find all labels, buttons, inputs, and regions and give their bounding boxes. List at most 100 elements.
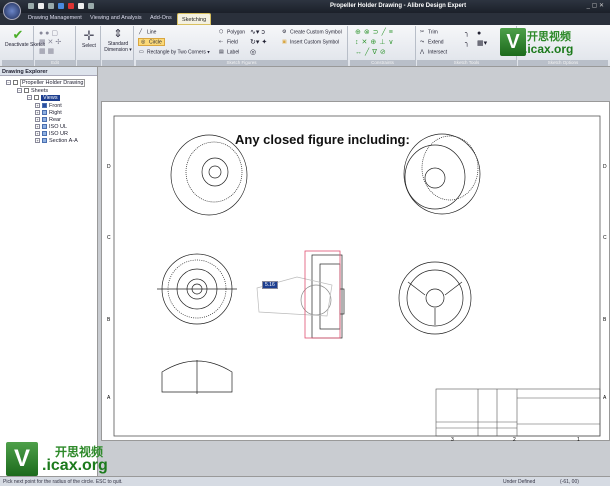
iso-ur-view <box>403 133 481 215</box>
circle-button[interactable]: ◎ Circle <box>138 38 165 47</box>
tree-view-iso-ul[interactable]: + ISO UL <box>35 124 67 130</box>
field-icon: ⇠ <box>219 39 224 45</box>
tree-views[interactable]: − Views <box>27 95 60 101</box>
title-block <box>435 388 601 437</box>
standard-dimension-button[interactable]: ⇕ Standard Dimension ▾ <box>103 28 133 53</box>
view-icon <box>42 131 47 137</box>
status-state: Under Defined <box>503 479 536 485</box>
zone-label: D <box>603 164 607 170</box>
rear-view <box>398 261 472 335</box>
zone-label: B <box>603 317 607 323</box>
tree-view-rear[interactable]: + Rear <box>35 117 61 123</box>
sheet-border <box>113 115 601 437</box>
deactivate-sketch-button[interactable]: ✔ Deactivate Sketch <box>5 27 45 49</box>
extend-icon: ⤳ <box>420 39 425 45</box>
window-title: Propeller Holder Drawing - Alibre Design… <box>330 3 467 9</box>
app-menu-button[interactable] <box>3 2 21 20</box>
insert-symbol-icon: ▣ <box>282 39 287 45</box>
tree-view-right[interactable]: + Right <box>35 110 62 116</box>
arc-tools[interactable]: ∿▾ ↄ ↻▾ ✦ ◎ <box>250 28 267 58</box>
drawing-annotation: Any closed figure including: <box>235 132 410 147</box>
fillet-chamfer-icons[interactable]: ╮ ╮ <box>465 29 469 49</box>
drawing-explorer: Drawing Explorer − Propeller Holder Drawi… <box>0 67 98 476</box>
polygon-icon: ⬡ <box>219 29 224 35</box>
trim-button[interactable]: ✂ Trim <box>420 29 438 35</box>
field-button[interactable]: ⇠ Field <box>219 39 238 45</box>
view-icon <box>42 103 47 109</box>
line-icon: ╱ <box>139 29 143 35</box>
watermark-site: .icax.org <box>42 457 108 474</box>
group-deactivate: ✔ Deactivate Sketch <box>2 26 45 66</box>
watermark-logo: V <box>500 28 526 56</box>
dimension-icon: ⇕ <box>113 28 123 40</box>
zone-label: C <box>603 235 607 241</box>
intersect-button[interactable]: ⋀ Intersect <box>420 49 447 55</box>
tree-sheets[interactable]: − Sheets <box>17 88 48 94</box>
explorer-title: Drawing Explorer <box>0 67 97 76</box>
tree-view-front[interactable]: + Front <box>35 103 62 109</box>
status-message: Pick next point for the radius of the ci… <box>3 479 123 485</box>
open-icon[interactable] <box>48 3 54 9</box>
create-custom-symbol-button[interactable]: ⚙ Create Custom Symbol <box>282 29 342 35</box>
view-icon <box>42 138 47 144</box>
group-sketch-figures: ╱ Line ◎ Circle ▭ Rectangle by Two Corners … <box>136 26 348 66</box>
view-icon <box>42 124 47 130</box>
status-coords: (-61, 00) <box>560 479 579 485</box>
group-edit: ● ● ▢ ▦ ✕ ✢ ▦ ▦ Edit <box>35 26 76 66</box>
zone-label: 2 <box>513 437 516 443</box>
tree-view-section[interactable]: + Section A-A <box>35 138 78 144</box>
zone-label: D <box>107 164 111 170</box>
trim-icon: ✂ <box>420 29 425 35</box>
title-bar: Propeller Holder Drawing - Alibre Design… <box>0 0 610 20</box>
tree-root[interactable]: − Propeller Holder Drawing <box>6 79 86 87</box>
drawing-canvas[interactable]: Any closed figure including: 5.16 D C B … <box>99 67 610 476</box>
group-constraints: ⊕⊗⊃╱≡ ↕✕⊕⊥∨ ↔╱∇⊘ Constraints <box>350 26 416 66</box>
constraint-icons[interactable]: ⊕⊗⊃╱≡ ↕✕⊕⊥∨ ↔╱∇⊘ <box>355 28 396 58</box>
pattern-icons[interactable]: ● ▦▾ <box>477 29 487 49</box>
status-bar: Pick next point for the radius of the ci… <box>0 476 610 486</box>
rectangle-button[interactable]: ▭ Rectangle by Two Corners ▾ <box>139 49 210 55</box>
section-view <box>161 360 233 394</box>
view-icon <box>42 117 47 123</box>
quick-access-icon[interactable] <box>28 3 34 9</box>
customize-icon[interactable] <box>88 3 94 9</box>
group-dimension: ⇕ Standard Dimension ▾ <box>102 26 134 66</box>
select-button[interactable]: ✛ Select <box>80 28 98 49</box>
tab-viewing-analysis[interactable]: Viewing and Analysis <box>90 15 142 21</box>
window-controls[interactable]: _ ▢ ✕ <box>587 2 604 9</box>
label-button[interactable]: ▤ Label <box>219 49 239 55</box>
print-icon[interactable] <box>78 3 84 9</box>
extend-button[interactable]: ⤳ Extend <box>420 39 444 45</box>
symbol-icon: ⚙ <box>282 29 287 35</box>
dimension-input[interactable]: 5.16 <box>262 281 278 289</box>
group-select: ✛ Select <box>77 26 101 66</box>
zone-label: 1 <box>577 437 580 443</box>
zone-label: 3 <box>451 437 454 443</box>
zone-label: C <box>107 235 111 241</box>
crosshair-icon: ✛ <box>83 28 95 43</box>
ribbon-tabs: Drawing Management Viewing and Analysis … <box>0 13 610 25</box>
insert-custom-symbol-button[interactable]: ▣ Insert Custom Symbol <box>282 39 339 45</box>
sheet-graphics <box>113 115 601 437</box>
view-icon <box>42 110 47 116</box>
zone-label: A <box>603 395 607 401</box>
zone-label: B <box>107 317 111 323</box>
tab-sketching[interactable]: Sketching <box>177 13 212 25</box>
watermark-logo: V <box>6 442 38 476</box>
right-view <box>256 254 345 339</box>
polygon-button[interactable]: ⬡ Polygon <box>219 29 245 35</box>
drawing-sheet: Any closed figure including: 5.16 D C B … <box>101 101 610 443</box>
checkmark-icon: ✔ <box>12 27 24 42</box>
tab-add-ons[interactable]: Add-Ons <box>150 15 172 21</box>
watermark-site: .icax.org <box>524 42 574 56</box>
iso-ul-view <box>170 134 248 216</box>
tab-drawing-management[interactable]: Drawing Management <box>28 15 82 21</box>
front-view <box>157 253 237 325</box>
tree-view-iso-ur[interactable]: + ISO UR <box>35 131 68 137</box>
new-icon[interactable] <box>38 3 44 9</box>
intersect-icon: ⋀ <box>420 49 425 55</box>
save-icon[interactable] <box>58 3 64 9</box>
edit-tools-icons[interactable]: ● ● ▢ ▦ ✕ ✢ ▦ ▦ <box>39 29 61 56</box>
line-button[interactable]: ╱ Line <box>139 29 156 35</box>
pdf-icon[interactable] <box>68 3 74 9</box>
